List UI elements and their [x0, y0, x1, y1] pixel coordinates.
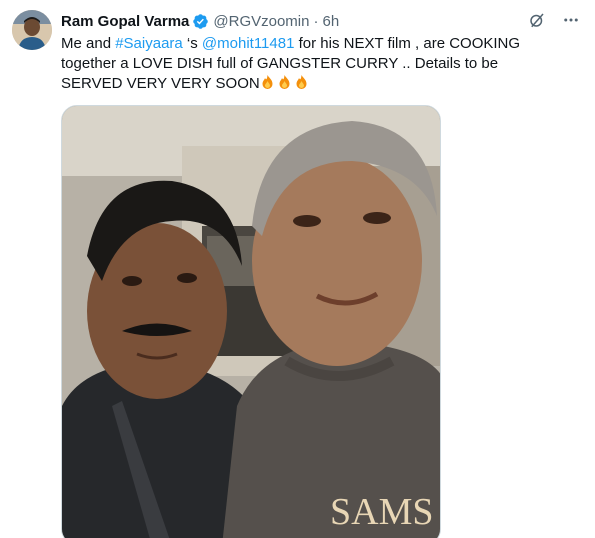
tweet-actions [527, 10, 581, 30]
tweet-text-part: ‘s [182, 35, 202, 52]
tweet-text: Me and #Saiyaara ‘s @mohit11481 for his … [61, 34, 561, 94]
verified-badge-icon [192, 13, 209, 30]
author-name[interactable]: Ram Gopal Varma [61, 13, 189, 30]
fire-icon [260, 74, 275, 90]
fire-icon [277, 74, 292, 90]
hashtag-link[interactable]: #Saiyaara [115, 35, 183, 52]
author-handle[interactable]: @RGVzoomin [213, 13, 309, 30]
mention-link[interactable]: @mohit11481 [202, 35, 295, 52]
tweet: Ram Gopal Varma @RGVzoomin · 6h Me and # [0, 0, 595, 538]
tweet-text-part: Me and [61, 35, 116, 52]
author-avatar[interactable] [12, 10, 52, 50]
fire-icon [294, 74, 309, 90]
tweet-header: Ram Gopal Varma @RGVzoomin · 6h [61, 11, 339, 31]
header-separator: · [313, 12, 319, 30]
tweet-photo[interactable]: SAMS [61, 105, 441, 538]
shirt-print-text: SAMS [330, 491, 434, 533]
more-icon[interactable] [561, 10, 581, 30]
grok-icon[interactable] [527, 10, 547, 30]
tweet-time[interactable]: 6h [322, 13, 339, 30]
